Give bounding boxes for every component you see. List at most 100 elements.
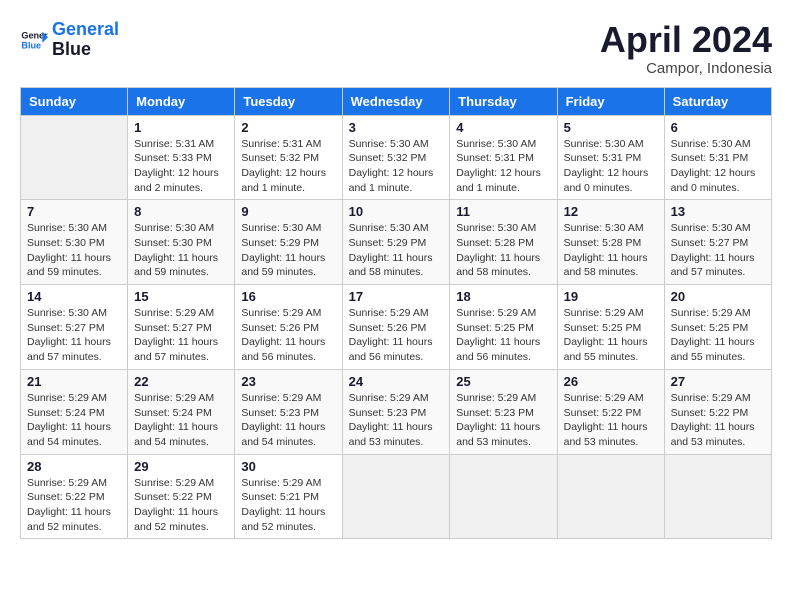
day-number: 19 bbox=[564, 289, 658, 304]
day-cell bbox=[342, 454, 450, 539]
day-number: 10 bbox=[349, 204, 444, 219]
day-number: 30 bbox=[241, 459, 335, 474]
day-info: Sunrise: 5:30 AMSunset: 5:28 PMDaylight:… bbox=[564, 221, 658, 280]
day-cell: 23 Sunrise: 5:29 AMSunset: 5:23 PMDayligh… bbox=[235, 369, 342, 454]
day-number: 14 bbox=[27, 289, 121, 304]
day-number: 12 bbox=[564, 204, 658, 219]
column-header-friday: Friday bbox=[557, 87, 664, 115]
day-info: Sunrise: 5:29 AMSunset: 5:23 PMDaylight:… bbox=[349, 391, 444, 450]
column-header-thursday: Thursday bbox=[450, 87, 557, 115]
day-cell: 9 Sunrise: 5:30 AMSunset: 5:29 PMDaylight… bbox=[235, 200, 342, 285]
day-cell: 26 Sunrise: 5:29 AMSunset: 5:22 PMDayligh… bbox=[557, 369, 664, 454]
day-number: 27 bbox=[671, 374, 765, 389]
day-cell bbox=[557, 454, 664, 539]
day-info: Sunrise: 5:30 AMSunset: 5:30 PMDaylight:… bbox=[134, 221, 228, 280]
day-info: Sunrise: 5:30 AMSunset: 5:28 PMDaylight:… bbox=[456, 221, 550, 280]
day-cell: 14 Sunrise: 5:30 AMSunset: 5:27 PMDayligh… bbox=[21, 285, 128, 370]
week-row-3: 14 Sunrise: 5:30 AMSunset: 5:27 PMDayligh… bbox=[21, 285, 772, 370]
day-number: 11 bbox=[456, 204, 550, 219]
month-title: April 2024 bbox=[600, 20, 772, 60]
day-info: Sunrise: 5:29 AMSunset: 5:25 PMDaylight:… bbox=[671, 306, 765, 365]
day-number: 22 bbox=[134, 374, 228, 389]
day-info: Sunrise: 5:29 AMSunset: 5:23 PMDaylight:… bbox=[241, 391, 335, 450]
day-info: Sunrise: 5:29 AMSunset: 5:26 PMDaylight:… bbox=[241, 306, 335, 365]
day-cell: 24 Sunrise: 5:29 AMSunset: 5:23 PMDayligh… bbox=[342, 369, 450, 454]
day-cell bbox=[450, 454, 557, 539]
day-cell: 16 Sunrise: 5:29 AMSunset: 5:26 PMDayligh… bbox=[235, 285, 342, 370]
day-info: Sunrise: 5:29 AMSunset: 5:21 PMDaylight:… bbox=[241, 476, 335, 535]
day-cell: 4Sunrise: 5:30 AMSunset: 5:31 PMDaylight… bbox=[450, 115, 557, 200]
day-cell: 15 Sunrise: 5:29 AMSunset: 5:27 PMDayligh… bbox=[128, 285, 235, 370]
day-number: 15 bbox=[134, 289, 228, 304]
day-info: Sunrise: 5:30 AMSunset: 5:27 PMDaylight:… bbox=[27, 306, 121, 365]
day-cell: 13Sunrise: 5:30 AMSunset: 5:27 PMDayligh… bbox=[664, 200, 771, 285]
column-header-sunday: Sunday bbox=[21, 87, 128, 115]
day-number: 1 bbox=[134, 120, 228, 135]
day-cell: 6Sunrise: 5:30 AMSunset: 5:31 PMDaylight… bbox=[664, 115, 771, 200]
day-number: 8 bbox=[134, 204, 228, 219]
day-info: Sunrise: 5:29 AMSunset: 5:25 PMDaylight:… bbox=[564, 306, 658, 365]
day-cell: 2 Sunrise: 5:31 AMSunset: 5:32 PMDaylight… bbox=[235, 115, 342, 200]
day-info: Sunrise: 5:29 AMSunset: 5:27 PMDaylight:… bbox=[134, 306, 228, 365]
day-cell: 19 Sunrise: 5:29 AMSunset: 5:25 PMDayligh… bbox=[557, 285, 664, 370]
day-info: Sunrise: 5:29 AMSunset: 5:23 PMDaylight:… bbox=[456, 391, 550, 450]
day-number: 13 bbox=[671, 204, 765, 219]
day-number: 25 bbox=[456, 374, 550, 389]
day-number: 24 bbox=[349, 374, 444, 389]
logo-text: GeneralBlue bbox=[52, 20, 119, 60]
day-info: Sunrise: 5:29 AMSunset: 5:25 PMDaylight:… bbox=[456, 306, 550, 365]
day-cell: 10Sunrise: 5:30 AMSunset: 5:29 PMDayligh… bbox=[342, 200, 450, 285]
day-cell: 27 Sunrise: 5:29 AMSunset: 5:22 PMDayligh… bbox=[664, 369, 771, 454]
week-row-4: 21 Sunrise: 5:29 AMSunset: 5:24 PMDayligh… bbox=[21, 369, 772, 454]
day-number: 23 bbox=[241, 374, 335, 389]
day-cell: 12 Sunrise: 5:30 AMSunset: 5:28 PMDayligh… bbox=[557, 200, 664, 285]
day-cell bbox=[664, 454, 771, 539]
column-header-monday: Monday bbox=[128, 87, 235, 115]
day-info: Sunrise: 5:30 AMSunset: 5:31 PMDaylight:… bbox=[456, 137, 550, 196]
day-info: Sunrise: 5:30 AMSunset: 5:29 PMDaylight:… bbox=[241, 221, 335, 280]
week-row-1: 1Sunrise: 5:31 AMSunset: 5:33 PMDaylight… bbox=[21, 115, 772, 200]
week-row-5: 28 Sunrise: 5:29 AMSunset: 5:22 PMDayligh… bbox=[21, 454, 772, 539]
day-cell: 21 Sunrise: 5:29 AMSunset: 5:24 PMDayligh… bbox=[21, 369, 128, 454]
day-cell: 22Sunrise: 5:29 AMSunset: 5:24 PMDayligh… bbox=[128, 369, 235, 454]
day-cell: 28 Sunrise: 5:29 AMSunset: 5:22 PMDayligh… bbox=[21, 454, 128, 539]
day-info: Sunrise: 5:29 AMSunset: 5:22 PMDaylight:… bbox=[671, 391, 765, 450]
day-number: 9 bbox=[241, 204, 335, 219]
day-cell: 18 Sunrise: 5:29 AMSunset: 5:25 PMDayligh… bbox=[450, 285, 557, 370]
day-cell: 11 Sunrise: 5:30 AMSunset: 5:28 PMDayligh… bbox=[450, 200, 557, 285]
day-cell: 7 Sunrise: 5:30 AMSunset: 5:30 PMDaylight… bbox=[21, 200, 128, 285]
day-cell: 8 Sunrise: 5:30 AMSunset: 5:30 PMDaylight… bbox=[128, 200, 235, 285]
day-info: Sunrise: 5:29 AMSunset: 5:22 PMDaylight:… bbox=[564, 391, 658, 450]
day-cell: 1Sunrise: 5:31 AMSunset: 5:33 PMDaylight… bbox=[128, 115, 235, 200]
location-subtitle: Campor, Indonesia bbox=[600, 60, 772, 77]
day-number: 16 bbox=[241, 289, 335, 304]
calendar-table: SundayMondayTuesdayWednesdayThursdayFrid… bbox=[20, 87, 772, 540]
page-header: General Blue GeneralBlue April 2024 Camp… bbox=[20, 20, 772, 77]
day-number: 7 bbox=[27, 204, 121, 219]
day-cell bbox=[21, 115, 128, 200]
day-number: 17 bbox=[349, 289, 444, 304]
day-info: Sunrise: 5:29 AMSunset: 5:24 PMDaylight:… bbox=[27, 391, 121, 450]
day-info: Sunrise: 5:29 AMSunset: 5:26 PMDaylight:… bbox=[349, 306, 444, 365]
column-header-wednesday: Wednesday bbox=[342, 87, 450, 115]
day-cell: 29 Sunrise: 5:29 AMSunset: 5:22 PMDayligh… bbox=[128, 454, 235, 539]
day-number: 5 bbox=[564, 120, 658, 135]
logo: General Blue GeneralBlue bbox=[20, 20, 119, 60]
day-cell: 5Sunrise: 5:30 AMSunset: 5:31 PMDaylight… bbox=[557, 115, 664, 200]
day-number: 6 bbox=[671, 120, 765, 135]
day-info: Sunrise: 5:31 AMSunset: 5:32 PMDaylight:… bbox=[241, 137, 335, 196]
week-row-2: 7 Sunrise: 5:30 AMSunset: 5:30 PMDaylight… bbox=[21, 200, 772, 285]
title-block: April 2024 Campor, Indonesia bbox=[600, 20, 772, 77]
day-number: 29 bbox=[134, 459, 228, 474]
day-info: Sunrise: 5:29 AMSunset: 5:22 PMDaylight:… bbox=[27, 476, 121, 535]
day-info: Sunrise: 5:29 AMSunset: 5:22 PMDaylight:… bbox=[134, 476, 228, 535]
day-number: 28 bbox=[27, 459, 121, 474]
svg-text:Blue: Blue bbox=[21, 40, 41, 50]
day-number: 2 bbox=[241, 120, 335, 135]
day-number: 20 bbox=[671, 289, 765, 304]
day-info: Sunrise: 5:30 AMSunset: 5:30 PMDaylight:… bbox=[27, 221, 121, 280]
day-number: 26 bbox=[564, 374, 658, 389]
day-number: 18 bbox=[456, 289, 550, 304]
column-header-saturday: Saturday bbox=[664, 87, 771, 115]
day-number: 21 bbox=[27, 374, 121, 389]
